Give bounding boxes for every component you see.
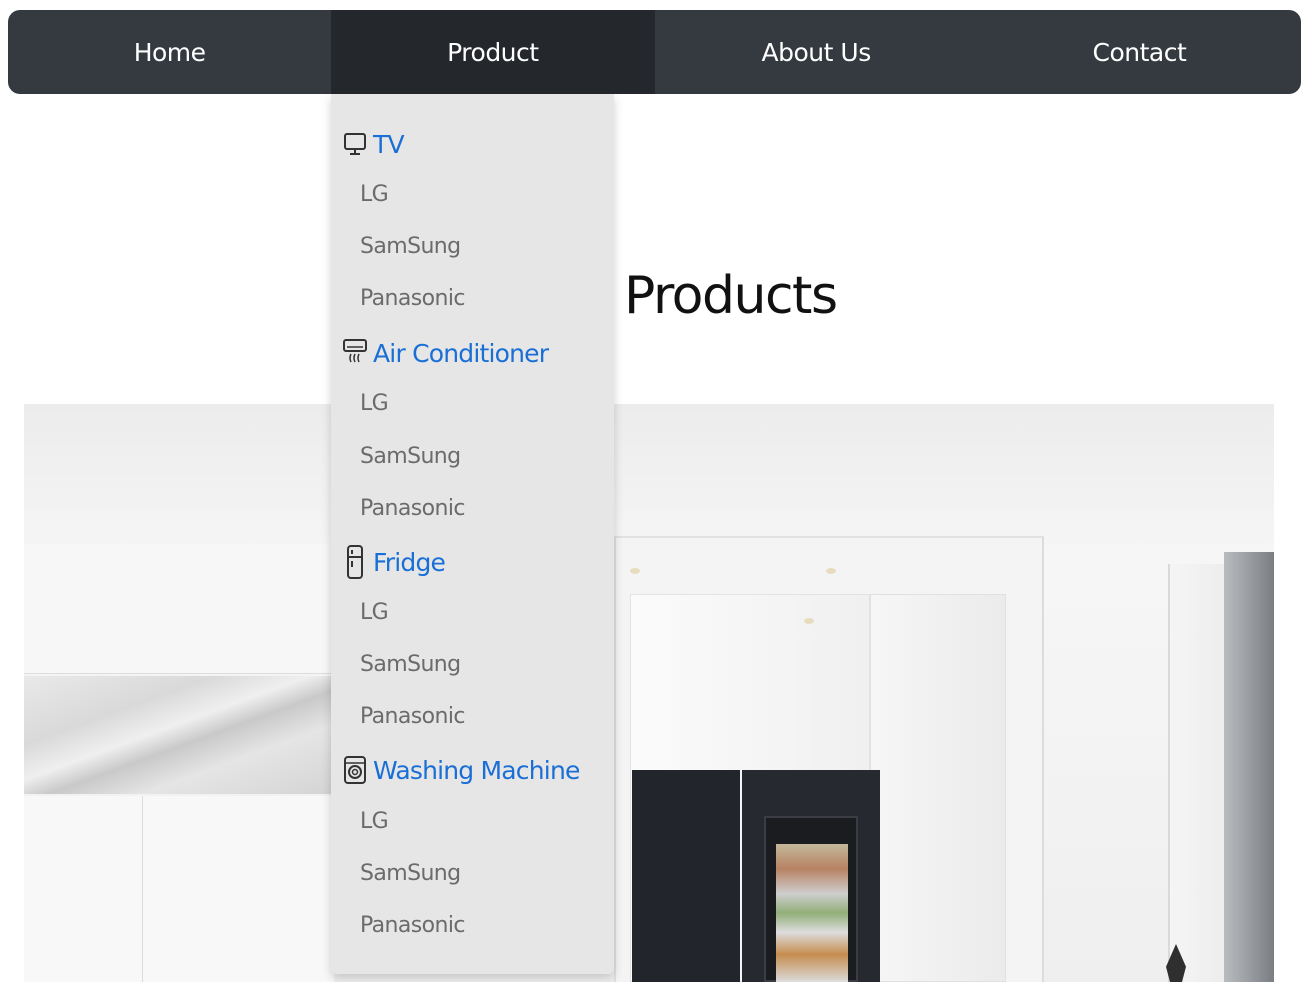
hero-marble-backsplash <box>24 676 334 794</box>
tv-icon <box>343 128 367 160</box>
brand-item-panasonic[interactable]: Panasonic <box>360 913 465 938</box>
brand-item-samsung[interactable]: SamSung <box>360 234 461 259</box>
hero-fridge-contents <box>776 844 848 982</box>
brand-item-samsung[interactable]: SamSung <box>360 652 461 677</box>
fridge-icon <box>343 545 367 579</box>
category-label: TV <box>373 129 405 159</box>
hero-window <box>1224 552 1274 982</box>
category-label: Fridge <box>373 547 446 577</box>
brand-item-lg[interactable]: LG <box>360 182 389 207</box>
hero-wall-panel <box>870 594 1006 982</box>
nav-contact[interactable]: Contact <box>978 10 1301 94</box>
page-title: Products <box>624 266 838 326</box>
category-label: Air Conditioner <box>373 338 549 368</box>
main-navbar: Home Product About Us Contact <box>8 10 1301 94</box>
nav-product[interactable]: Product <box>331 10 655 94</box>
brand-item-panasonic[interactable]: Panasonic <box>360 286 465 311</box>
hero-ceiling-light <box>826 568 836 574</box>
hero-ceiling-light <box>630 568 640 574</box>
hero-ceiling-light <box>804 618 814 624</box>
brand-item-panasonic[interactable]: Panasonic <box>360 704 465 729</box>
category-air-conditioner[interactable]: Air Conditioner <box>343 337 549 369</box>
nav-about-us[interactable]: About Us <box>655 10 978 94</box>
air-conditioner-icon <box>343 337 367 369</box>
brand-item-lg[interactable]: LG <box>360 809 389 834</box>
product-dropdown-menu: TV LG SamSung Panasonic Air Conditioner … <box>331 94 614 974</box>
hero-kitchen-image <box>24 404 1274 982</box>
brand-item-lg[interactable]: LG <box>360 391 389 416</box>
category-fridge[interactable]: Fridge <box>343 545 446 579</box>
brand-item-samsung[interactable]: SamSung <box>360 444 461 469</box>
washing-machine-icon <box>343 754 367 786</box>
category-washing-machine[interactable]: Washing Machine <box>343 754 580 786</box>
category-tv[interactable]: TV <box>343 128 405 160</box>
hero-lower-cabinet <box>24 796 334 982</box>
hero-ceiling <box>24 404 1274 544</box>
category-label: Washing Machine <box>373 755 580 785</box>
brand-item-samsung[interactable]: SamSung <box>360 861 461 886</box>
nav-home[interactable]: Home <box>8 10 331 94</box>
hero-upper-cabinet <box>24 544 334 674</box>
brand-item-panasonic[interactable]: Panasonic <box>360 496 465 521</box>
hero-fridge-door-left <box>632 770 740 982</box>
brand-item-lg[interactable]: LG <box>360 600 389 625</box>
